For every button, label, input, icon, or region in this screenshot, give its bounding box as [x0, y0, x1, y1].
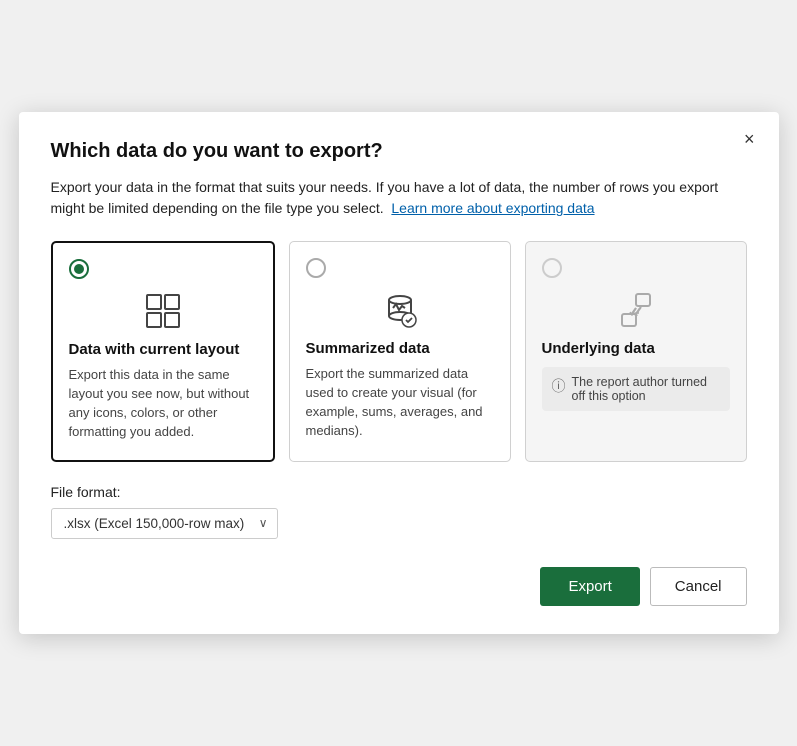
- dialog-footer: Export Cancel: [51, 567, 747, 606]
- option-current-layout-desc: Export this data in the same layout you …: [69, 366, 257, 441]
- grid-icon: [69, 289, 257, 333]
- info-icon: ⓘ: [552, 376, 566, 396]
- option-summarized-desc: Export the summarized data used to creat…: [306, 365, 494, 440]
- option-underlying-title: Underlying data: [542, 340, 730, 357]
- option-summarized-title: Summarized data: [306, 340, 494, 357]
- disabled-notice: ⓘ The report author turned off this opti…: [542, 367, 730, 411]
- option-current-layout-title: Data with current layout: [69, 341, 257, 358]
- learn-more-link[interactable]: Learn more about exporting data: [391, 200, 594, 216]
- dialog-title: Which data do you want to export?: [51, 140, 747, 163]
- export-dialog: × Which data do you want to export? Expo…: [19, 112, 779, 633]
- disabled-notice-text: The report author turned off this option: [572, 375, 720, 403]
- transfer-icon: [542, 288, 730, 332]
- file-format-label: File format:: [51, 484, 747, 500]
- option-underlying: Underlying data ⓘ The report author turn…: [525, 241, 747, 461]
- radio-current-layout[interactable]: [69, 259, 89, 279]
- export-button[interactable]: Export: [540, 567, 639, 606]
- file-format-select[interactable]: .xlsx (Excel 150,000-row max): [51, 508, 278, 539]
- radio-underlying: [542, 258, 562, 278]
- radio-summarized[interactable]: [306, 258, 326, 278]
- option-current-layout[interactable]: Data with current layout Export this dat…: [51, 241, 275, 461]
- close-button[interactable]: ×: [738, 128, 761, 150]
- cancel-button[interactable]: Cancel: [650, 567, 747, 606]
- options-row: Data with current layout Export this dat…: [51, 241, 747, 461]
- dialog-description: Export your data in the format that suit…: [51, 177, 747, 219]
- option-summarized[interactable]: Summarized data Export the summarized da…: [289, 241, 511, 461]
- file-format-select-wrapper[interactable]: .xlsx (Excel 150,000-row max): [51, 508, 278, 539]
- db-icon: [306, 288, 494, 332]
